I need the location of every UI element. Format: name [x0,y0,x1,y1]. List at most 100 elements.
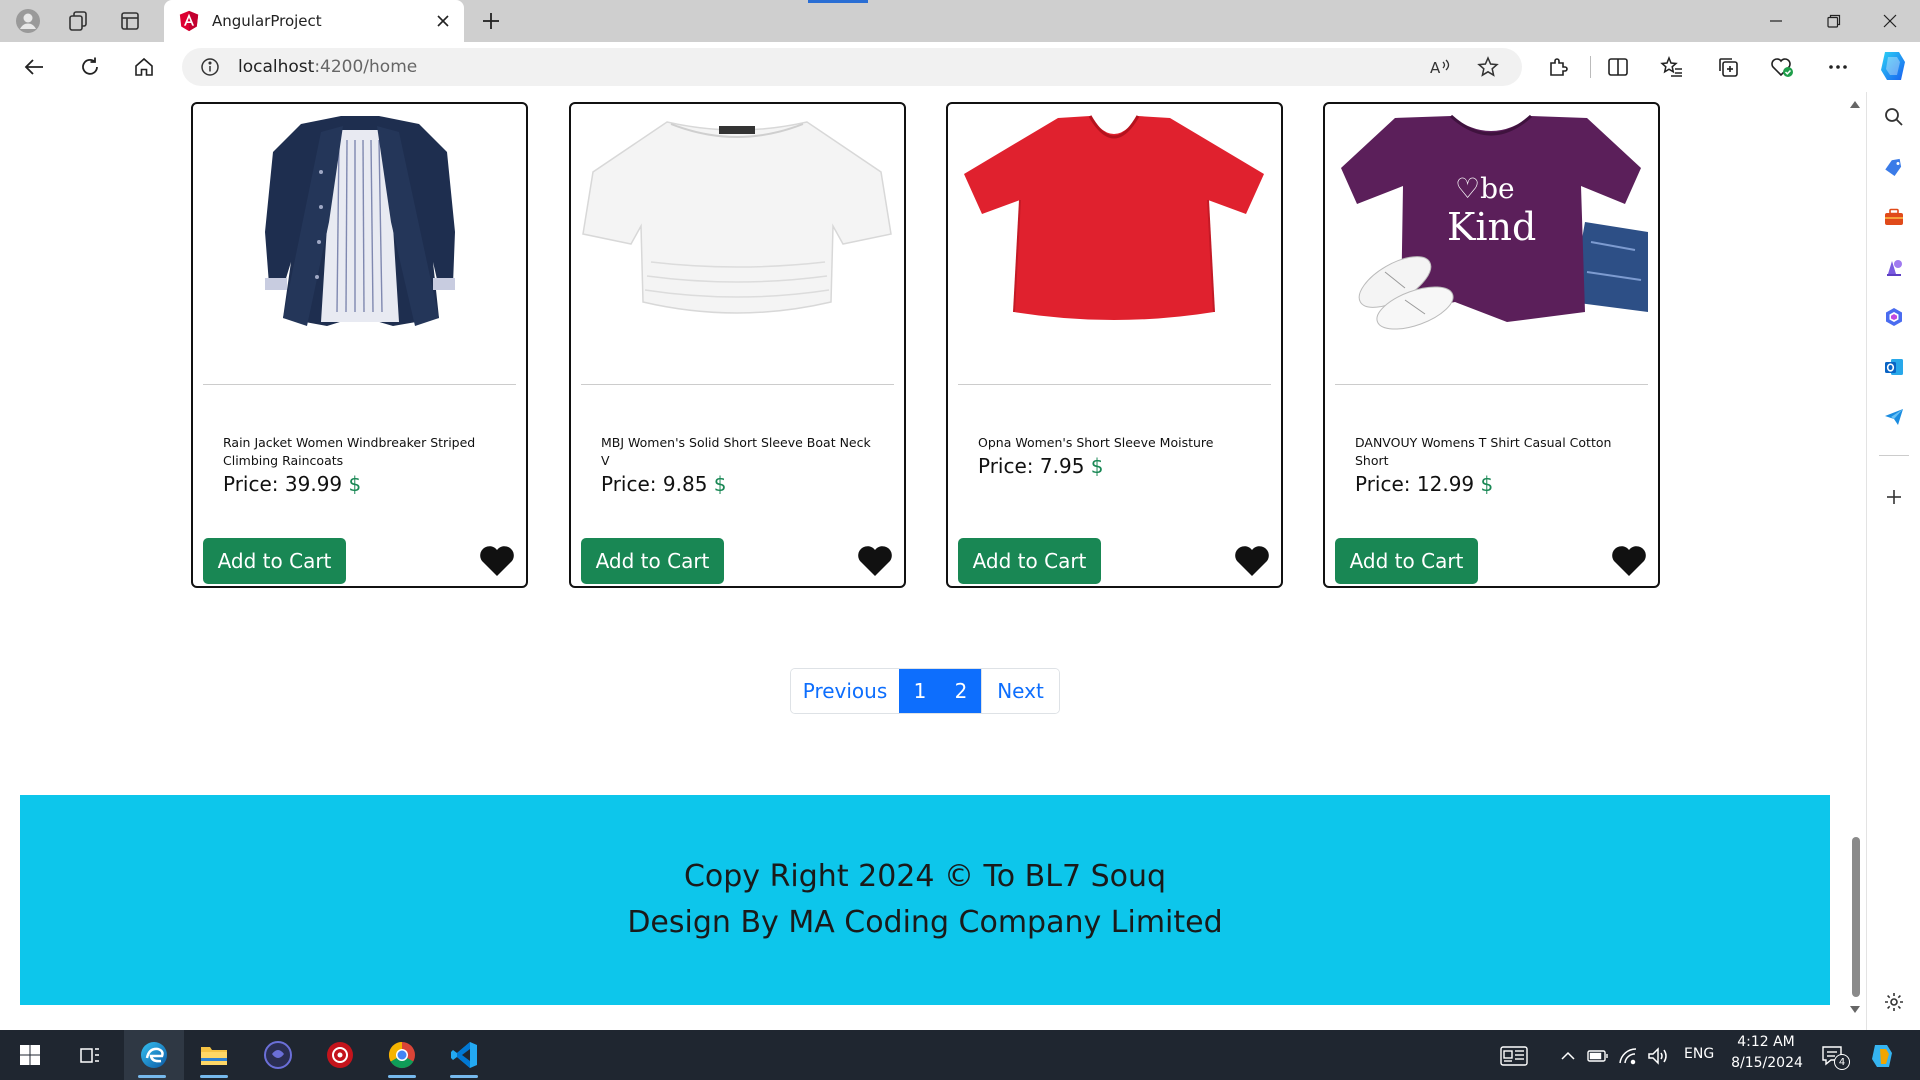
extensions-icon[interactable] [1538,48,1578,86]
restore-icon[interactable] [1806,0,1862,42]
pagination-page-1[interactable]: 1 [899,669,940,713]
close-window-icon[interactable] [1862,0,1918,42]
sidebar-settings-icon[interactable] [1878,986,1910,1018]
page-viewport: Rain Jacket Women Windbreaker Striped Cl… [0,92,1866,1030]
language-indicator[interactable]: ENG [1684,1046,1714,1062]
news-widget-icon[interactable] [1500,1044,1528,1068]
tools-briefcase-icon[interactable] [1878,201,1910,233]
wifi-icon[interactable] [1616,1044,1640,1068]
site-info-icon[interactable] [190,48,230,86]
favorite-heart-icon[interactable] [477,541,517,581]
page-scrollbar[interactable] [1846,92,1864,1030]
product-name: MBJ Women's Solid Short Sleeve Boat Neck… [601,435,871,468]
media-app-icon[interactable] [250,1030,306,1080]
scrollbar-thumb[interactable] [1852,837,1860,997]
split-screen-icon[interactable] [1598,48,1638,86]
new-tab-icon[interactable] [474,6,508,36]
product-card: ♡be Kind DANVOUY Womens T Shirt Casual C… [1323,102,1660,588]
add-to-cart-button[interactable]: Add to Cart [958,538,1101,584]
show-hidden-icons-chevron-icon[interactable] [1556,1044,1580,1068]
add-sidebar-app-icon[interactable] [1878,481,1910,513]
file-explorer-icon[interactable] [186,1030,242,1080]
vscode-taskbar-icon[interactable] [436,1030,492,1080]
card-divider [203,384,516,385]
card-divider [1335,384,1648,385]
active-indicator [388,1075,416,1078]
copilot-taskbar-icon[interactable] [1864,1044,1900,1068]
product-name: Rain Jacket Women Windbreaker Striped Cl… [223,435,476,468]
sidebar-divider [1879,455,1909,456]
battery-icon[interactable] [1586,1044,1610,1068]
more-options-icon[interactable] [1818,48,1858,86]
edge-sidebar [1866,92,1920,1030]
outlook-icon[interactable] [1878,351,1910,383]
favorite-heart-icon[interactable] [1609,541,1649,581]
active-indicator [200,1075,228,1078]
close-tab-icon[interactable] [428,6,458,36]
product-image-white-top[interactable] [581,112,894,334]
product-price: Price: 9.85 $ [601,472,727,496]
notifications-icon[interactable]: 4 [1818,1044,1850,1070]
browser-tab[interactable]: AngularProject [164,0,464,42]
product-name: DANVOUY Womens T Shirt Casual Cotton Sho… [1355,435,1612,468]
favorite-heart-icon[interactable] [1232,541,1272,581]
copilot-icon[interactable] [1875,48,1911,84]
back-icon[interactable] [14,48,54,86]
browser-tab-strip: AngularProject [0,0,1920,42]
sidebar-search-icon[interactable] [1878,101,1910,133]
refresh-icon[interactable] [70,48,110,86]
start-windows-icon[interactable] [2,1030,58,1080]
pagination: Previous 1 2 Next [790,668,1060,714]
home-icon[interactable] [124,48,164,86]
add-to-cart-button[interactable]: Add to Cart [203,538,346,584]
product-card: Rain Jacket Women Windbreaker Striped Cl… [191,102,528,588]
product-card: Opna Women's Short Sleeve Moisture Price… [946,102,1283,588]
footer-credit: Design By MA Coding Company Limited [627,905,1223,940]
browser-essentials-icon[interactable] [1762,48,1802,86]
volume-icon[interactable] [1646,1044,1670,1068]
product-price: Price: 39.99 $ [223,472,362,496]
toolbar-divider [1590,56,1591,78]
collections-icon[interactable] [1708,48,1748,86]
favorites-icon[interactable] [1652,48,1692,86]
product-image-red-tshirt[interactable] [958,112,1271,334]
angular-logo-icon [179,10,199,32]
pagination-previous[interactable]: Previous [791,669,899,713]
clock-time[interactable]: 4:12 AM [1734,1034,1798,1050]
microsoft-365-icon[interactable] [1878,301,1910,333]
product-price: Price: 7.95 $ [978,454,1104,478]
browser-toolbar: localhost:4200/home A [0,42,1920,92]
footer-copyright: Copy Right 2024 © To BL7 Souq [683,859,1167,894]
tab-title: AngularProject [212,12,322,30]
product-image-purple-be-kind-tshirt[interactable]: ♡be Kind [1335,112,1648,334]
shopping-tag-icon[interactable] [1878,151,1910,183]
product-image-navy-jacket[interactable] [203,112,516,334]
task-view-icon[interactable] [62,1030,118,1080]
add-to-cart-button[interactable]: Add to Cart [1335,538,1478,584]
workspaces-icon[interactable] [58,6,98,36]
clock-date[interactable]: 8/15/2024 [1726,1055,1808,1071]
address-bar[interactable]: localhost:4200/home A [182,48,1522,86]
chrome-taskbar-icon[interactable] [374,1030,430,1080]
vertical-tabs-icon[interactable] [110,6,150,36]
favorite-star-icon[interactable] [1468,48,1508,86]
scroll-down-arrow-icon[interactable] [1850,1004,1860,1014]
favorite-heart-icon[interactable] [855,541,895,581]
minimize-icon[interactable] [1748,0,1804,42]
url-text: localhost:4200/home [238,57,418,77]
site-footer: Copy Right 2024 © To BL7 Souq Design By … [20,795,1830,1005]
edge-taskbar-icon[interactable] [124,1030,184,1080]
profile-icon[interactable] [8,6,48,36]
scroll-up-arrow-icon[interactable] [1850,100,1860,110]
tshirt-print-text: ♡be [1455,172,1515,205]
add-to-cart-button[interactable]: Add to Cart [581,538,724,584]
notification-count-badge: 4 [1834,1054,1850,1070]
product-card: MBJ Women's Solid Short Sleeve Boat Neck… [569,102,906,588]
send-icon[interactable] [1878,401,1910,433]
read-aloud-icon[interactable]: A [1420,48,1460,86]
antivirus-app-icon[interactable] [312,1030,368,1080]
games-icon[interactable] [1878,251,1910,283]
pagination-page-2[interactable]: 2 [940,669,981,713]
active-indicator [450,1075,478,1078]
pagination-next[interactable]: Next [981,669,1059,713]
